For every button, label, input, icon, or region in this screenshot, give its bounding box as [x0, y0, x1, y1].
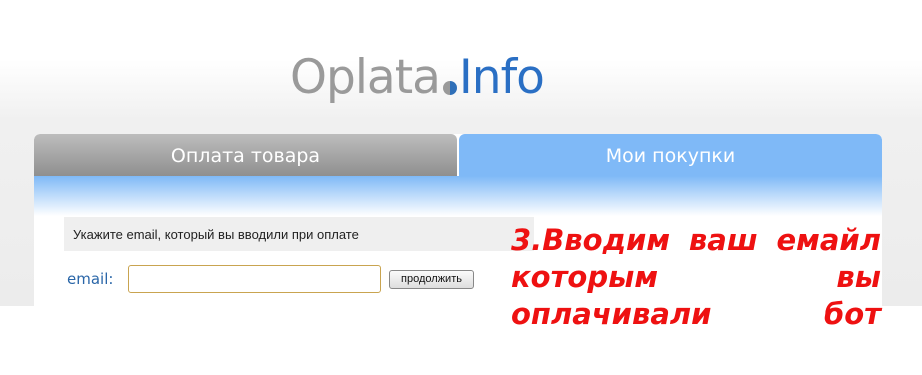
- email-label: email:: [67, 270, 114, 288]
- site-logo[interactable]: Oplata Info: [290, 48, 545, 108]
- instruction-annotation: 3.Вводим ваш емайл которым вы оплачивали…: [511, 222, 881, 333]
- logo-text-oplata: Oplata: [290, 50, 441, 105]
- tab-payment[interactable]: Оплата товара: [34, 134, 457, 176]
- annotation-line-2: которым вы: [511, 260, 881, 294]
- logo-text-info: Info: [458, 50, 545, 105]
- logo-dot-icon: [442, 81, 457, 95]
- continue-button[interactable]: продолжить: [389, 270, 474, 289]
- annotation-line-1: 3.Вводим ваш емайл: [511, 223, 881, 257]
- email-hint: Укажите email, который вы вводили при оп…: [64, 217, 534, 251]
- tab-my-purchases[interactable]: Мои покупки: [459, 134, 882, 176]
- email-input[interactable]: [128, 265, 381, 293]
- panel-gradient: [34, 176, 882, 216]
- annotation-line-3: оплачивали бот: [511, 297, 881, 331]
